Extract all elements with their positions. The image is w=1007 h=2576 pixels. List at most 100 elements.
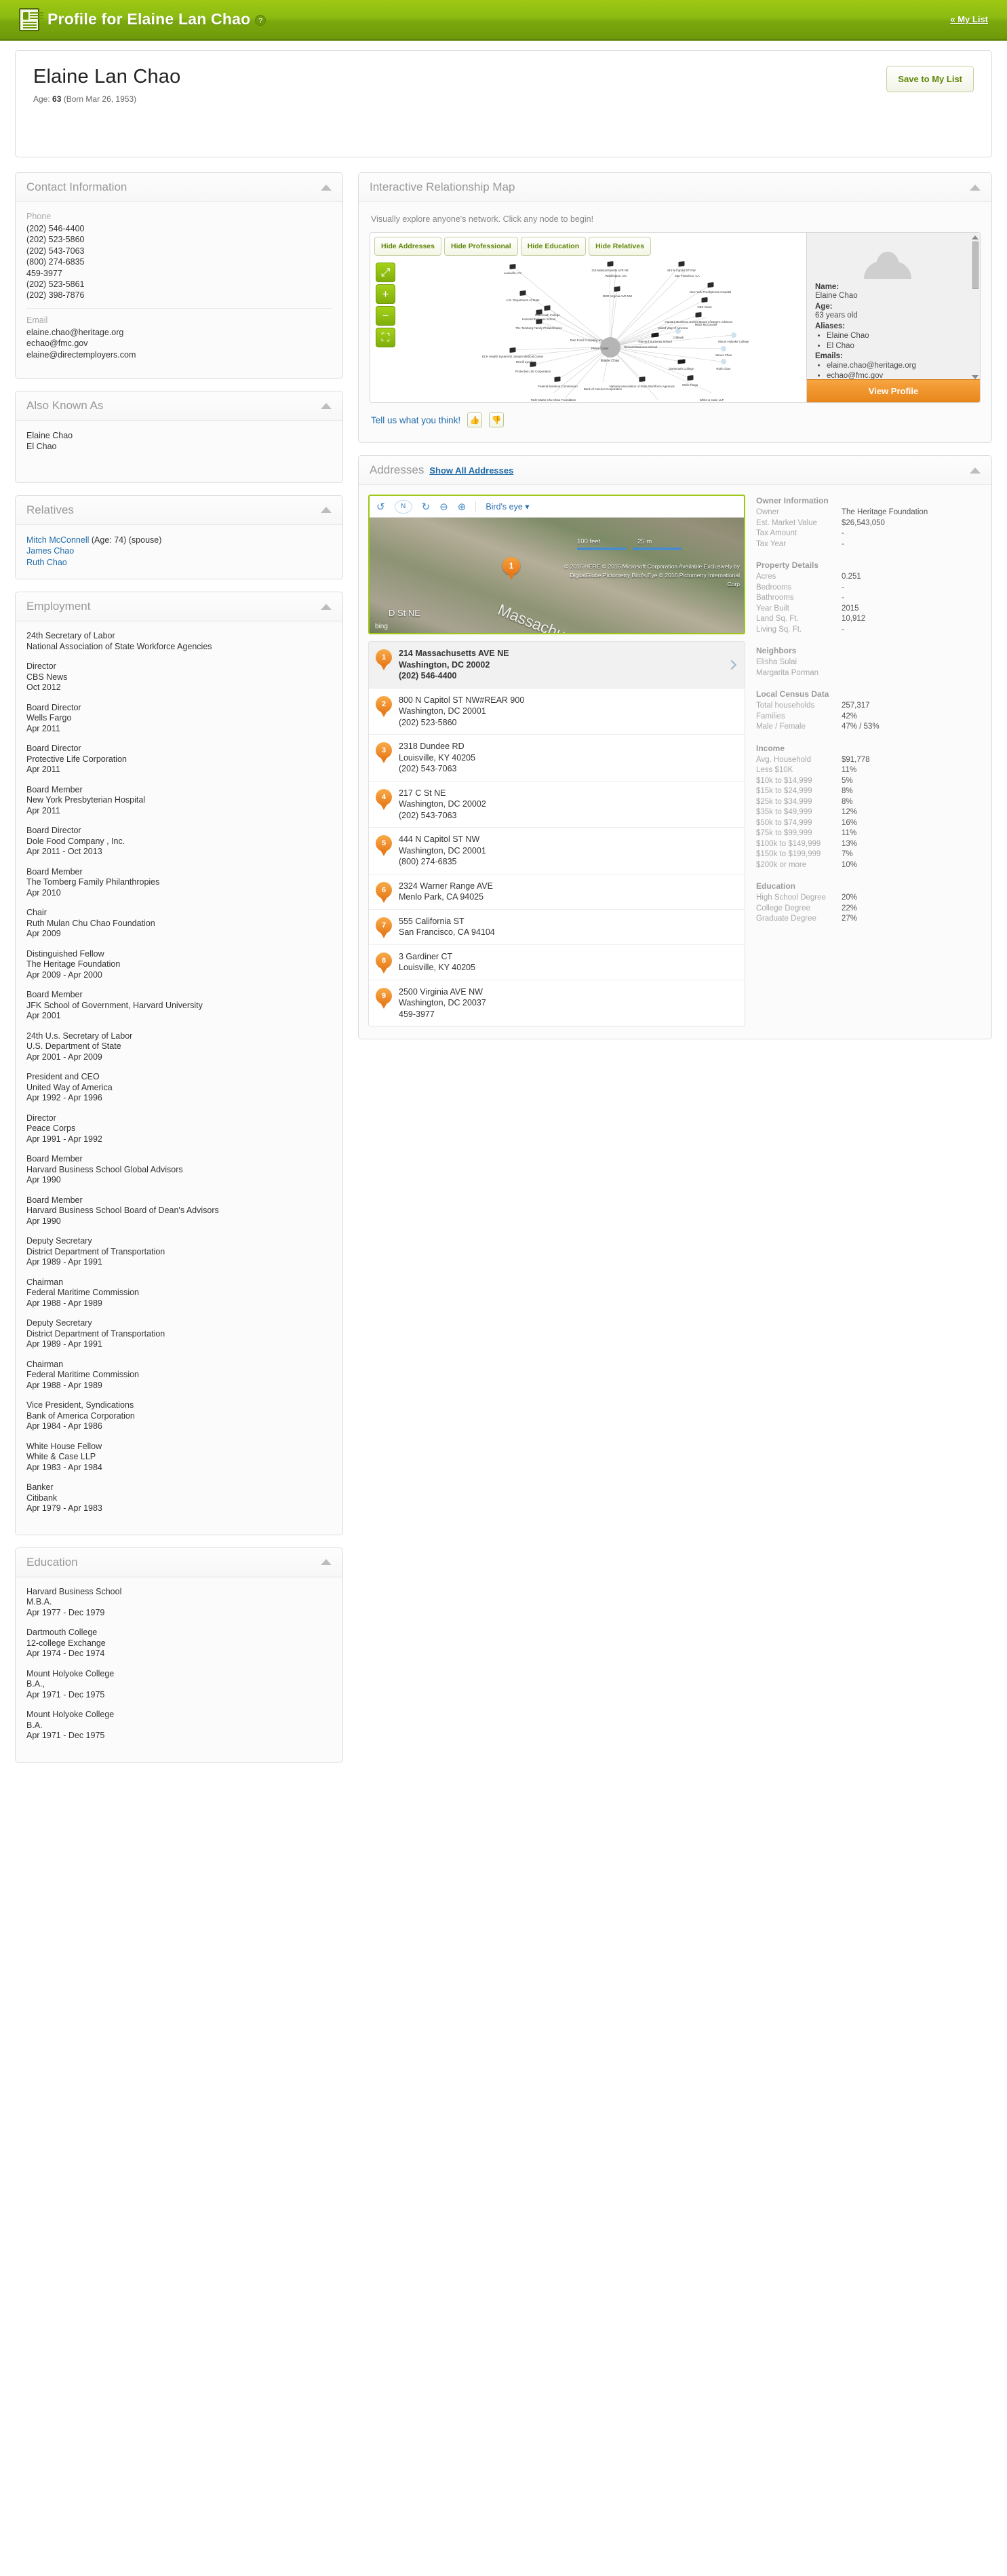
collapse-caret-icon[interactable] [321, 507, 332, 513]
collapse-caret-icon[interactable] [321, 185, 332, 191]
graph-node[interactable] [701, 297, 707, 303]
graph-node[interactable] [520, 290, 526, 296]
employment-entry: Distinguished Fellow The Heritage Founda… [26, 949, 332, 981]
job-org: Federal Maritime Commission [26, 1288, 332, 1299]
email-list: elaine.chao@heritage.orgechao@fmc.govela… [26, 327, 332, 360]
chevron-right-icon[interactable] [727, 660, 736, 670]
thumbs-down-icon[interactable]: 👎 [489, 412, 504, 427]
detail-value: - [842, 528, 972, 539]
address-row[interactable]: 3 2318 Dundee RD Louisville, KY 40205 (2… [369, 735, 745, 782]
collapse-caret-icon[interactable] [321, 1559, 332, 1565]
help-icon[interactable]: ? [255, 15, 266, 26]
job-role: Deputy Secretary [26, 1318, 332, 1329]
graph-node[interactable] [536, 309, 542, 315]
graph-filter-hide-education[interactable]: Hide Education [521, 237, 586, 256]
scroll-up-icon[interactable] [972, 235, 979, 239]
address-row[interactable]: 5 444 N Capitol ST NW Washington, DC 200… [369, 828, 745, 874]
collapse-caret-icon[interactable] [321, 403, 332, 409]
rotate-right-icon[interactable]: ↻ [422, 501, 431, 513]
relationship-map-title: Interactive Relationship Map [370, 180, 970, 194]
detail-key: Est. Market Value [756, 518, 842, 529]
address-row[interactable]: 7 555 California ST San Francisco, CA 94… [369, 910, 745, 945]
list-item: (202) 546-4400 [26, 223, 332, 234]
graph-node[interactable] [510, 347, 516, 353]
relative-link[interactable]: Mitch McConnell [26, 535, 89, 545]
graph-filter-hide-professional[interactable]: Hide Professional [444, 237, 518, 256]
address-row[interactable]: 4 217 C St NE Washington, DC 20002 (202)… [369, 782, 745, 828]
scroll-thumb[interactable] [972, 242, 979, 289]
graph-node[interactable] [607, 261, 613, 267]
map-pin-1[interactable]: 1 [502, 557, 520, 575]
detail-value: - [842, 593, 972, 604]
list-item: (202) 543-7063 [26, 246, 332, 256]
job-role: President and CEO [26, 1072, 332, 1083]
graph-node[interactable] [707, 282, 713, 288]
employment-entry: Director CBS News Oct 2012 [26, 661, 332, 693]
view-profile-button[interactable]: View Profile [807, 379, 980, 402]
graph-node[interactable] [731, 332, 736, 338]
detail-key: $75k to $99,999 [756, 828, 842, 839]
relative-link[interactable]: James Chao [26, 546, 74, 556]
graph-node[interactable] [652, 332, 659, 337]
address-row[interactable]: 6 2324 Warner Range AVE Menlo Park, CA 9… [369, 874, 745, 910]
detail-emails-list: elaine.chao@heritage.orgechao@fmc.govela… [815, 361, 972, 379]
graph-node[interactable] [555, 377, 561, 382]
address-map[interactable]: ↺ N ↻ ⊖ ⊕ Bird's eye ▾ 1 [368, 495, 745, 634]
detail-key: Owner [756, 507, 842, 518]
graph-filter-hide-relatives[interactable]: Hide Relatives [589, 237, 651, 256]
graph-node[interactable] [721, 359, 726, 364]
scroll-down-icon[interactable] [972, 375, 979, 379]
detail-row: Avg. Household $91,778 [756, 755, 972, 766]
show-all-addresses-link[interactable]: Show All Addresses [429, 465, 970, 476]
thumbs-up-icon[interactable]: 👍 [467, 412, 482, 427]
relationship-graph-canvas[interactable]: Hide AddressesHide ProfessionalHide Educ… [370, 233, 806, 402]
address-phone: (202) 546-4400 [399, 670, 509, 682]
graph-filter-hide-addresses[interactable]: Hide Addresses [374, 237, 441, 256]
collapse-caret-icon[interactable] [970, 467, 981, 474]
graph-node[interactable] [696, 312, 702, 318]
compass-icon[interactable]: N [395, 500, 412, 514]
graph-tool-1[interactable]: + [376, 284, 395, 304]
employment-entry: Board Member The Tomberg Family Philanth… [26, 867, 332, 899]
address-text: 555 California ST San Francisco, CA 9410… [399, 916, 495, 938]
graph-node[interactable] [721, 346, 726, 351]
graph-node-label: Ruth Mulan Chu Chao Foundation [531, 398, 576, 402]
graph-node[interactable] [678, 261, 684, 267]
collapse-caret-icon[interactable] [970, 185, 981, 191]
graph-node[interactable] [639, 377, 645, 382]
graph-node-label: United Way of America [658, 326, 688, 330]
relatives-panel: Relatives Mitch McConnell (Age: 74) (spo… [15, 495, 343, 579]
address-row[interactable]: 8 3 Gardiner CT Louisville, KY 40205 [369, 945, 745, 980]
list-item: 459-3977 [26, 268, 332, 279]
address-row[interactable]: 1 214 Massachusetts AVE NE Washington, D… [369, 642, 745, 689]
addresses-panel-body: ↺ N ↻ ⊖ ⊕ Bird's eye ▾ 1 [359, 485, 991, 1039]
graph-node[interactable] [545, 305, 551, 311]
collapse-caret-icon[interactable] [321, 604, 332, 610]
save-to-my-list-button[interactable]: Save to My List [886, 66, 974, 92]
job-org: U.S. Department of State [26, 1041, 332, 1052]
my-list-link[interactable]: « My List [950, 14, 988, 24]
rotate-left-icon[interactable]: ↺ [376, 501, 385, 513]
zoom-in-icon[interactable]: ⊕ [458, 501, 467, 513]
relative-link[interactable]: Ruth Chao [26, 558, 67, 567]
address-line-1: 2324 Warner Range AVE [399, 881, 493, 892]
graph-node[interactable] [687, 375, 693, 381]
graph-tool-3[interactable]: ⛶ [376, 328, 395, 347]
graph-tool-0[interactable]: ⤢ [376, 263, 395, 282]
address-row[interactable]: 2 800 N Capitol ST NW#REAR 900 Washingto… [369, 689, 745, 735]
map-view-selector[interactable]: Bird's eye ▾ [486, 501, 529, 512]
graph-tool-2[interactable]: − [376, 306, 395, 326]
address-row[interactable]: 9 2500 Virginia AVE NW Washington, DC 20… [369, 980, 745, 1026]
detail-key: Families [756, 712, 842, 723]
scale-feet: 100 feet [577, 538, 600, 545]
detail-row: Families 42% [756, 712, 972, 723]
sidebar-scrollbar[interactable] [972, 235, 979, 379]
addresses-left: ↺ N ↻ ⊖ ⊕ Bird's eye ▾ 1 [368, 488, 745, 1026]
graph-node[interactable] [510, 264, 516, 269]
job-org: Citibank [26, 1493, 332, 1504]
relative-row: Mitch McConnell (Age: 74) (spouse) [26, 535, 332, 545]
zoom-out-icon[interactable]: ⊖ [439, 501, 448, 513]
graph-nodes[interactable]: 214 Massachusetts AVE NEWashington, DC44… [370, 233, 806, 402]
bing-logo[interactable]: bing [375, 623, 388, 630]
graph-node[interactable] [614, 286, 620, 292]
